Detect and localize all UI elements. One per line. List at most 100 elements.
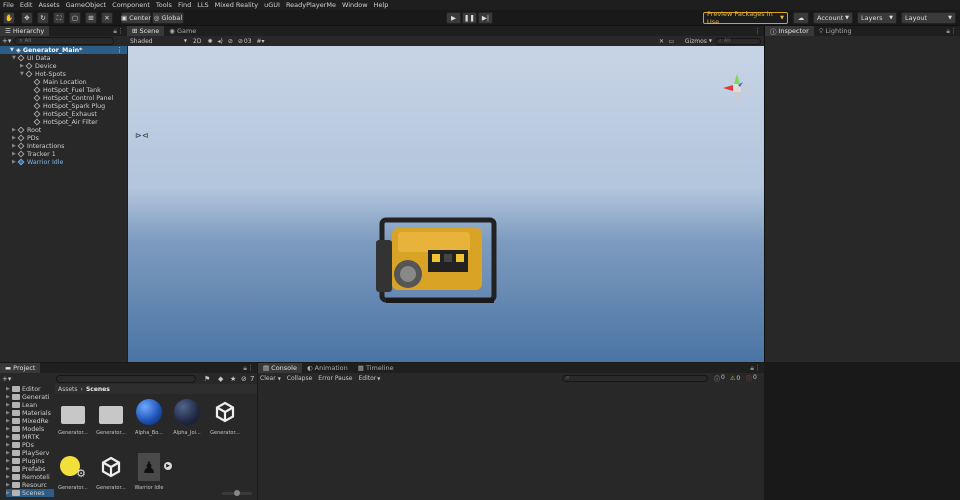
- menu-item[interactable]: File: [3, 0, 14, 10]
- hierarchy-item[interactable]: ▼ UI Data: [12, 54, 51, 62]
- folder-tree-item[interactable]: ▶ Lean: [6, 401, 37, 409]
- zoom-slider[interactable]: [222, 490, 252, 496]
- filter-icon[interactable]: ⚑: [204, 375, 210, 383]
- menu-item[interactable]: LLS: [197, 0, 208, 10]
- menu-item[interactable]: GameObject: [66, 0, 107, 10]
- generator-model[interactable]: [376, 217, 497, 303]
- folder-tree-item[interactable]: ▶ Materials: [6, 409, 51, 417]
- folder-tree-item[interactable]: ▶ PDs: [6, 441, 34, 449]
- shading-dropdown[interactable]: Shaded ▼: [127, 38, 187, 45]
- folder-tree-item[interactable]: ▶ Generati: [6, 393, 49, 401]
- hand-tool-button[interactable]: ✋: [3, 12, 15, 24]
- play-button[interactable]: ▶: [446, 12, 461, 24]
- warning-count-toggle[interactable]: ⚠ 0: [730, 375, 740, 382]
- menu-item[interactable]: Edit: [20, 0, 33, 10]
- asset-item[interactable]: ⚙ Generator...: [56, 452, 90, 491]
- clear-button[interactable]: Clear: [260, 375, 276, 382]
- editor-dropdown[interactable]: Editor: [358, 375, 376, 382]
- menu-item[interactable]: Tools: [156, 0, 172, 10]
- move-tool-button[interactable]: ✥: [21, 12, 33, 24]
- breadcrumb-scenes[interactable]: Scenes: [86, 386, 110, 393]
- console-search-input[interactable]: ⌕: [562, 374, 708, 382]
- star-icon[interactable]: ★: [230, 375, 236, 383]
- lighting-toggle-icon[interactable]: ✺: [207, 38, 212, 45]
- folder-tree-item[interactable]: ▶ Models: [6, 425, 44, 433]
- layers-dropdown[interactable]: Layers ▼: [857, 12, 897, 24]
- orientation-gizmo[interactable]: [723, 74, 751, 102]
- audio-toggle-icon[interactable]: ◂): [217, 38, 222, 45]
- menu-item[interactable]: Mixed Reality: [215, 0, 258, 10]
- grid-toggle-icon[interactable]: #▾: [257, 38, 265, 45]
- folder-tree-item[interactable]: ▶ PlayServ: [6, 449, 49, 457]
- scene-viewport[interactable]: ⊳⊲: [128, 46, 764, 362]
- add-icon[interactable]: +▾: [2, 375, 11, 383]
- step-button[interactable]: ▶|: [478, 12, 493, 24]
- hierarchy-item[interactable]: HotSpot_Control Panel: [28, 94, 113, 102]
- hierarchy-item[interactable]: HotSpot_Exhaust: [28, 110, 97, 118]
- tab-console[interactable]: ▤ Console: [258, 363, 302, 373]
- asset-item[interactable]: Generator...: [208, 397, 242, 436]
- hierarchy-item[interactable]: ▶ Device: [20, 62, 57, 70]
- log-count-toggle[interactable]: ⓘ 0: [746, 374, 757, 383]
- error-count-toggle[interactable]: ⓘ 0: [714, 374, 725, 383]
- kebab-menu-icon[interactable]: ⋮: [950, 27, 957, 35]
- hierarchy-search-input[interactable]: ⌕ All: [14, 37, 115, 45]
- gizmos-dropdown[interactable]: Gizmos ▼: [685, 38, 712, 45]
- scene-search-input[interactable]: ⌕ All: [715, 37, 761, 45]
- pivot-toggle[interactable]: ▣ Center: [121, 12, 151, 24]
- tools-icon[interactable]: ✕: [659, 38, 664, 45]
- hierarchy-item[interactable]: ▶ Warrior Idle: [12, 158, 63, 166]
- expand-asset-icon[interactable]: ▶: [164, 462, 172, 470]
- menu-item[interactable]: Window: [342, 0, 368, 10]
- zoom-slider-handle[interactable]: [234, 490, 240, 496]
- account-dropdown[interactable]: Account ▼: [813, 12, 853, 24]
- hierarchy-item[interactable]: HotSpot_Air Filter: [28, 118, 98, 126]
- collapse-toggle[interactable]: Collapse: [287, 375, 313, 382]
- preview-packages-button[interactable]: Preview Packages in Use ▼: [703, 10, 788, 26]
- add-icon[interactable]: +▾: [2, 37, 11, 45]
- menu-item[interactable]: Help: [374, 0, 389, 10]
- folder-tree-item[interactable]: ▶ MixedRe: [6, 417, 49, 425]
- tab-timeline[interactable]: ▦ Timeline: [353, 363, 399, 373]
- hidden-objects-icon[interactable]: ⊘: [238, 38, 243, 45]
- tab-inspector[interactable]: ⓘ Inspector: [765, 26, 814, 36]
- transform-tool-button[interactable]: ⊞: [85, 12, 97, 24]
- hierarchy-item[interactable]: Main Location: [28, 78, 87, 86]
- folder-tree-item[interactable]: ▶ MRTK: [6, 433, 39, 441]
- project-search-input[interactable]: [56, 374, 196, 383]
- menu-item[interactable]: uGUI: [264, 0, 280, 10]
- layout-dropdown[interactable]: Layout ▼: [901, 12, 956, 24]
- asset-item[interactable]: Alpha_Joi...: [170, 397, 204, 436]
- menu-item[interactable]: Assets: [38, 0, 59, 10]
- kebab-menu-icon[interactable]: ⋮: [116, 46, 123, 54]
- breadcrumb-assets[interactable]: Assets: [58, 386, 78, 393]
- error-pause-toggle[interactable]: Error Pause: [318, 375, 352, 382]
- hierarchy-item[interactable]: ▼ Hot-Spots: [20, 70, 66, 78]
- tab-scene[interactable]: ⊞ Scene: [127, 26, 165, 36]
- effects-icon[interactable]: ⊘: [228, 38, 233, 45]
- menu-item[interactable]: Component: [112, 0, 150, 10]
- rect-tool-button[interactable]: ▢: [69, 12, 81, 24]
- asset-item[interactable]: Generator...: [56, 397, 90, 436]
- clear-options-icon[interactable]: ▼: [278, 376, 281, 381]
- tab-animation[interactable]: ◐ Animation: [302, 363, 353, 373]
- menu-item[interactable]: ReadyPlayerMe: [286, 0, 336, 10]
- folder-tree-item[interactable]: ▶ Scenes: [6, 489, 54, 497]
- space-toggle[interactable]: ◎ Global: [152, 12, 184, 24]
- asset-item[interactable]: ♟ Warrior Idle ▶: [132, 452, 172, 491]
- 2d-toggle[interactable]: 2D: [193, 38, 201, 45]
- hidden-packages-icon[interactable]: ⊘: [241, 375, 247, 383]
- rotate-tool-button[interactable]: ↻: [37, 12, 49, 24]
- tab-project[interactable]: ▬ Project: [0, 363, 41, 373]
- scene-header-row[interactable]: ▼ ◈ Generator_Main* ⋮: [0, 46, 127, 54]
- cloud-button[interactable]: ☁: [793, 12, 809, 24]
- camera-icon[interactable]: ▭: [668, 38, 674, 45]
- hierarchy-item[interactable]: HotSpot_Spark Plug: [28, 102, 105, 110]
- hierarchy-item[interactable]: ▶ Root: [12, 126, 41, 134]
- tab-lighting[interactable]: 💡︎ Lighting: [814, 26, 857, 36]
- kebab-menu-icon[interactable]: ⋮: [247, 364, 254, 372]
- hierarchy-item[interactable]: ▶ PDs: [12, 134, 39, 142]
- asset-item[interactable]: Generator...: [94, 397, 128, 436]
- folder-tree-item[interactable]: ▶ Resourc: [6, 481, 47, 489]
- hierarchy-item[interactable]: HotSpot_Fuel Tank: [28, 86, 101, 94]
